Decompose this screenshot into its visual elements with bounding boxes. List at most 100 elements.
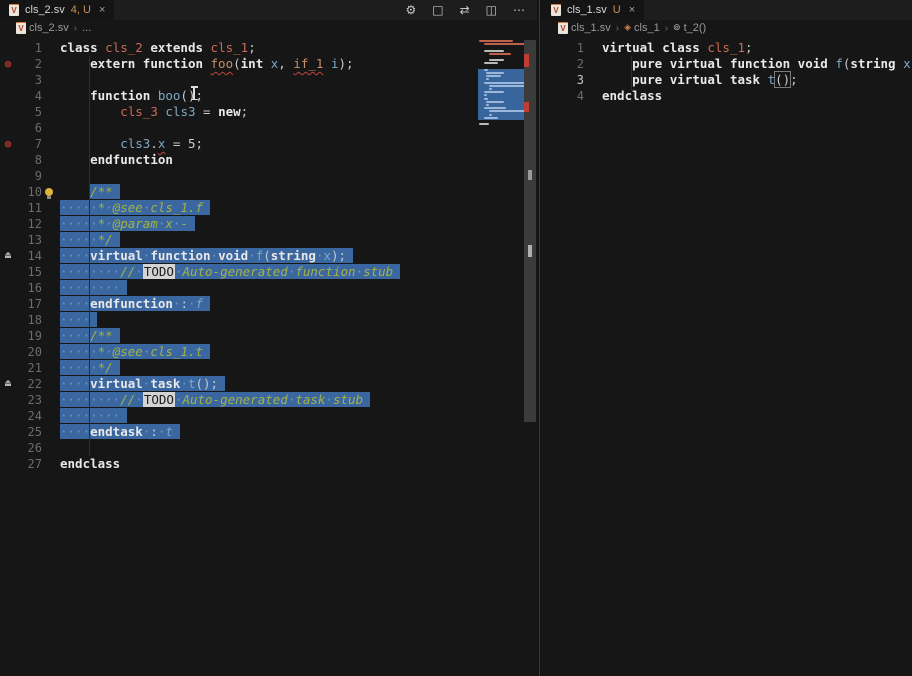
override-indicator-icon[interactable]: ⏏ — [0, 248, 16, 264]
code-token: cls_3 — [120, 104, 158, 119]
code-line[interactable]: ⏏22····virtual·task·t(); — [0, 376, 537, 392]
minimap[interactable] — [478, 40, 524, 140]
code-token: string — [271, 248, 316, 263]
code-line[interactable]: 17····endfunction·:·f — [0, 296, 537, 312]
lightbulb-icon[interactable] — [45, 188, 53, 196]
code-line[interactable]: 26 — [0, 440, 537, 456]
tab-cls_1[interactable]: V cls_1.sv U × — [542, 0, 644, 20]
code-line[interactable]: 16········ — [0, 280, 537, 296]
sv-file-icon: V — [16, 22, 26, 34]
line-number[interactable]: 17 — [16, 296, 42, 312]
code-line[interactable]: 11·····*·@see·cls_1.f — [0, 200, 537, 216]
code-line[interactable]: 24········ — [0, 408, 537, 424]
code-line[interactable]: 13·····*/ — [0, 232, 537, 248]
scrollbar-overview-ruler[interactable] — [524, 40, 536, 422]
code-line[interactable]: 27 endclass — [0, 456, 537, 472]
line-number[interactable]: 15 — [16, 264, 42, 280]
code-line[interactable]: 4 function boo(); — [0, 88, 537, 104]
code-token: endclass — [60, 456, 120, 471]
split-editor-icon[interactable]: ◫ — [486, 4, 497, 16]
line-number[interactable]: 13 — [16, 232, 42, 248]
line-number[interactable]: 2 — [16, 56, 42, 72]
code-line[interactable]: 10 /** — [0, 184, 537, 200]
line-number[interactable]: 10 — [16, 184, 42, 200]
gear-icon[interactable]: ⚙ — [405, 4, 416, 16]
code-content: ·····*/ — [42, 232, 120, 248]
code-line[interactable]: 1virtual class cls_1; — [542, 40, 912, 56]
gutter: 15 — [0, 264, 42, 280]
line-number[interactable]: 8 — [16, 152, 42, 168]
code-line[interactable]: 19····/** — [0, 328, 537, 344]
code-line[interactable]: 8 endfunction — [0, 152, 537, 168]
breadcrumb-item-cls_2.sv[interactable]: Vcls_2.sv — [16, 22, 69, 34]
code-editor-cls_2[interactable]: 1class cls_2 extends cls_1;⊗2 extern fun… — [0, 40, 537, 472]
breadcrumb-label: ... — [82, 22, 91, 34]
code-line[interactable]: 5 cls_3 cls3 = new; — [0, 104, 537, 120]
line-number[interactable]: 11 — [16, 200, 42, 216]
code-line[interactable]: 25····endtask·:·t — [0, 424, 537, 440]
line-number[interactable]: 3 — [558, 72, 584, 88]
line-number[interactable]: 5 — [16, 104, 42, 120]
code-line[interactable]: 20·····*·@see·cls_1.t — [0, 344, 537, 360]
override-indicator-icon[interactable]: ⏏ — [0, 376, 16, 392]
code-content: ········ — [42, 280, 127, 296]
line-number[interactable]: 3 — [16, 72, 42, 88]
code-line[interactable]: 12·····*·@param·x·- — [0, 216, 537, 232]
code-line[interactable]: 2 pure virtual function void f(string x)… — [542, 56, 912, 72]
line-number[interactable]: 18 — [16, 312, 42, 328]
code-line[interactable]: 18···· — [0, 312, 537, 328]
chevron-right-icon: › — [665, 23, 668, 34]
breadcrumb-item-cls_1[interactable]: ◈cls_1 — [624, 22, 660, 34]
code-editor-cls_1[interactable]: 1virtual class cls_1;2 pure virtual func… — [542, 40, 912, 104]
line-number[interactable]: 6 — [16, 120, 42, 136]
code-content: class cls_2 extends cls_1; — [42, 40, 256, 56]
vscode-window: V cls_2.sv 4, U × ⚙□⇄◫⋯ Vcls_2.sv›... 1c… — [0, 0, 912, 676]
line-number[interactable]: 16 — [16, 280, 42, 296]
line-number[interactable]: 19 — [16, 328, 42, 344]
tab-close-icon[interactable]: × — [99, 4, 105, 16]
code-line[interactable]: ⏏14····virtual·function·void·f(string·x)… — [0, 248, 537, 264]
line-number[interactable]: 1 — [16, 40, 42, 56]
line-number[interactable]: 21 — [16, 360, 42, 376]
gutter: 26 — [0, 440, 42, 456]
line-number[interactable]: 26 — [16, 440, 42, 456]
line-number[interactable]: 20 — [16, 344, 42, 360]
code-line[interactable]: 23········//·TODO·Auto-generated·task·st… — [0, 392, 537, 408]
code-line[interactable]: ⊗2 extern function foo(int x, if_1 i); — [0, 56, 537, 72]
line-number[interactable]: 23 — [16, 392, 42, 408]
line-number[interactable]: 2 — [558, 56, 584, 72]
line-number[interactable]: 9 — [16, 168, 42, 184]
code-line[interactable]: 15········//·TODO·Auto-generated·functio… — [0, 264, 537, 280]
code-token: cls3 — [165, 104, 195, 119]
code-token — [203, 40, 211, 55]
line-number[interactable]: 24 — [16, 408, 42, 424]
compare-changes-icon[interactable]: ⇄ — [460, 4, 470, 16]
code-line[interactable]: 1class cls_2 extends cls_1; — [0, 40, 537, 56]
tab-close-icon[interactable]: × — [629, 4, 635, 16]
code-line[interactable]: ⊗7 cls3.x = 5; — [0, 136, 537, 152]
code-token: ); — [331, 248, 346, 263]
breadcrumb-item-t_2[interactable]: ⊚t_2() — [673, 22, 706, 34]
line-number[interactable]: 14 — [16, 248, 42, 264]
code-line[interactable]: 3 pure virtual task t(); — [542, 72, 912, 88]
more-actions-icon[interactable]: ⋯ — [513, 4, 525, 16]
line-number[interactable]: 22 — [16, 376, 42, 392]
square-icon[interactable]: □ — [432, 4, 443, 16]
code-line[interactable]: 21·····*/ — [0, 360, 537, 376]
breadcrumb-item-...[interactable]: ... — [82, 22, 91, 34]
line-number[interactable]: 7 — [16, 136, 42, 152]
line-number[interactable]: 4 — [16, 88, 42, 104]
code-token — [60, 88, 90, 103]
code-line[interactable]: 4endclass — [542, 88, 912, 104]
line-number[interactable]: 4 — [558, 88, 584, 104]
line-number[interactable]: 25 — [16, 424, 42, 440]
line-number[interactable]: 1 — [558, 40, 584, 56]
code-line[interactable]: 9 — [0, 168, 537, 184]
breadcrumb-item-cls_1.sv[interactable]: Vcls_1.sv — [558, 22, 611, 34]
code-line[interactable]: 3 — [0, 72, 537, 88]
code-line[interactable]: 6 — [0, 120, 537, 136]
line-number[interactable]: 12 — [16, 216, 42, 232]
tab-cls_2[interactable]: V cls_2.sv 4, U × — [0, 0, 114, 20]
line-number[interactable]: 27 — [16, 456, 42, 472]
gutter: ⏏22 — [0, 376, 42, 392]
